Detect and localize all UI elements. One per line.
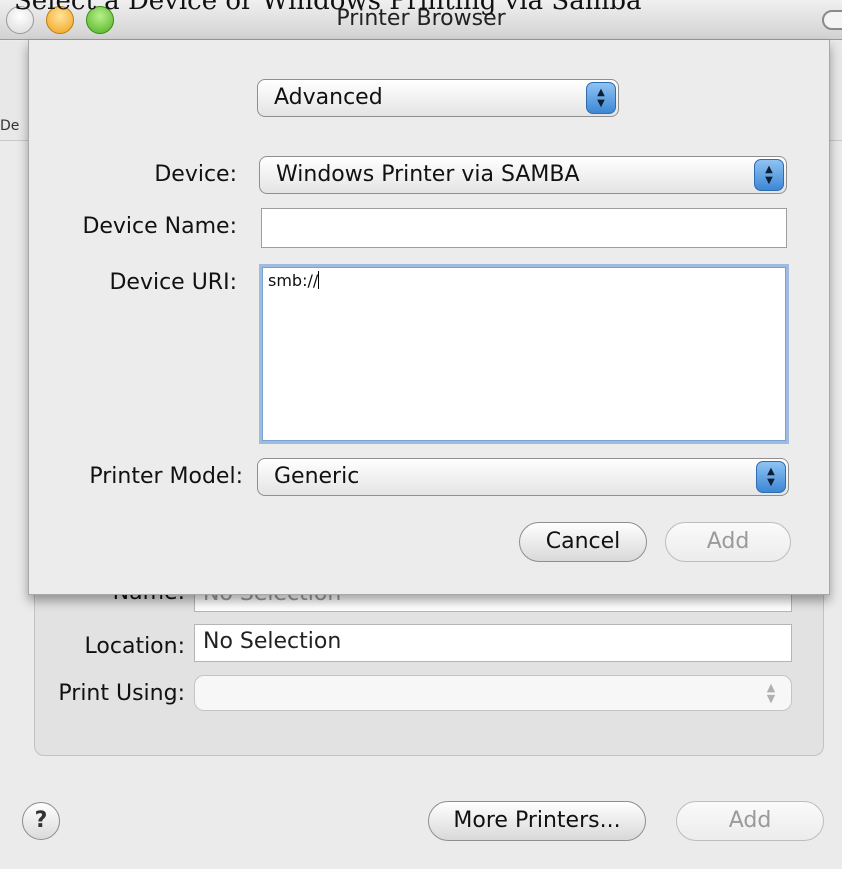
mode-popup-value: Advanced: [274, 85, 383, 110]
location-field[interactable]: No Selection: [194, 624, 792, 662]
popup-arrows-icon: ▲ ▼: [754, 159, 784, 191]
popup-arrows-icon: ▲ ▼: [756, 461, 786, 493]
print-using-label: Print Using:: [58, 681, 185, 706]
printer-model-label: Printer Model:: [89, 464, 243, 489]
print-using-popup[interactable]: ▲ ▼: [194, 675, 792, 711]
popup-arrows-icon: ▲ ▼: [586, 82, 616, 114]
device-name-label: Device Name:: [82, 214, 237, 239]
printer-model-value: Generic: [274, 464, 360, 489]
cancel-button[interactable]: Cancel: [519, 522, 647, 562]
more-printers-button[interactable]: More Printers...: [428, 801, 646, 841]
add-printer-button[interactable]: Add: [676, 801, 824, 841]
toolbar-toggle-button[interactable]: [822, 10, 842, 30]
toolbar-default-label: De: [0, 118, 20, 134]
device-uri-field[interactable]: smb://: [259, 264, 789, 444]
device-name-field[interactable]: [261, 208, 787, 248]
location-label: Location:: [84, 634, 185, 659]
device-uri-value: smb://: [268, 271, 319, 290]
device-popup-value: Windows Printer via SAMBA: [276, 162, 580, 187]
text-caret: [318, 271, 320, 289]
popup-arrows-icon: ▲ ▼: [766, 681, 776, 705]
page-caption: Select a Device or Windows Printing via …: [14, 0, 642, 16]
device-popup[interactable]: Windows Printer via SAMBA ▲ ▼: [259, 156, 787, 194]
printer-model-popup[interactable]: Generic ▲ ▼: [257, 458, 789, 496]
sheet-add-button[interactable]: Add: [665, 522, 791, 562]
mode-popup[interactable]: Advanced ▲ ▼: [257, 79, 619, 117]
help-button[interactable]: ?: [22, 802, 60, 840]
device-uri-label: Device URI:: [109, 270, 237, 295]
advanced-printer-sheet: Advanced ▲ ▼ Device: Windows Printer via …: [28, 40, 830, 595]
device-label: Device:: [154, 162, 237, 187]
